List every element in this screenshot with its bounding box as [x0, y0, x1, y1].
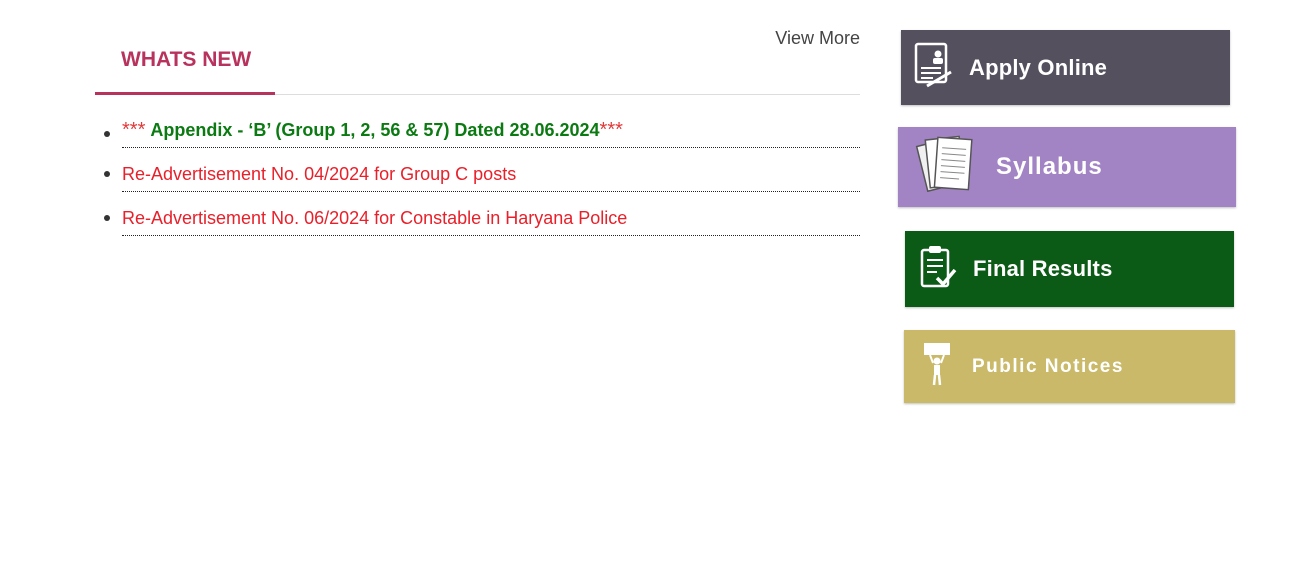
stars-prefix: *** — [122, 119, 146, 141]
news-item-group-c[interactable]: Re-Advertisement No. 04/2024 for Group C… — [104, 159, 860, 192]
person-holding-sign-icon — [916, 341, 958, 392]
news-item-text[interactable]: Appendix - ‘B’ (Group 1, 2, 56 & 57) Dat… — [150, 120, 599, 140]
syllabus-label: Syllabus — [996, 153, 1103, 180]
documents-stack-icon — [910, 132, 982, 203]
view-more-link[interactable]: View More — [775, 28, 860, 49]
checklist-icon — [917, 244, 959, 295]
apply-online-button[interactable]: Apply Online — [901, 30, 1230, 105]
news-list: *** Appendix - ‘B’ (Group 1, 2, 56 & 57)… — [95, 119, 860, 236]
stars-suffix: *** — [599, 119, 623, 141]
news-item-link[interactable]: Re-Advertisement No. 06/2024 for Constab… — [122, 208, 627, 228]
whats-new-panel: WHATS NEW View More *** Appendix - ‘B’ (… — [95, 24, 860, 247]
final-results-button[interactable]: Final Results — [905, 231, 1234, 307]
bullet-icon — [104, 215, 110, 221]
news-item-constable[interactable]: Re-Advertisement No. 06/2024 for Constab… — [104, 203, 860, 236]
bullet-icon — [104, 131, 110, 137]
bullet-icon — [104, 171, 110, 177]
public-notices-button[interactable]: Public Notices — [904, 330, 1235, 403]
tab-whats-new[interactable]: WHATS NEW — [95, 49, 275, 95]
public-notices-label: Public Notices — [972, 355, 1124, 377]
news-item-link[interactable]: Re-Advertisement No. 04/2024 for Group C… — [122, 164, 516, 184]
tab-header: WHATS NEW View More — [95, 24, 860, 95]
final-results-label: Final Results — [973, 256, 1113, 281]
syllabus-button[interactable]: Syllabus — [898, 127, 1236, 207]
apply-online-label: Apply Online — [969, 54, 1108, 80]
news-item-appendix[interactable]: *** Appendix - ‘B’ (Group 1, 2, 56 & 57)… — [104, 119, 860, 148]
application-form-icon — [913, 42, 955, 93]
